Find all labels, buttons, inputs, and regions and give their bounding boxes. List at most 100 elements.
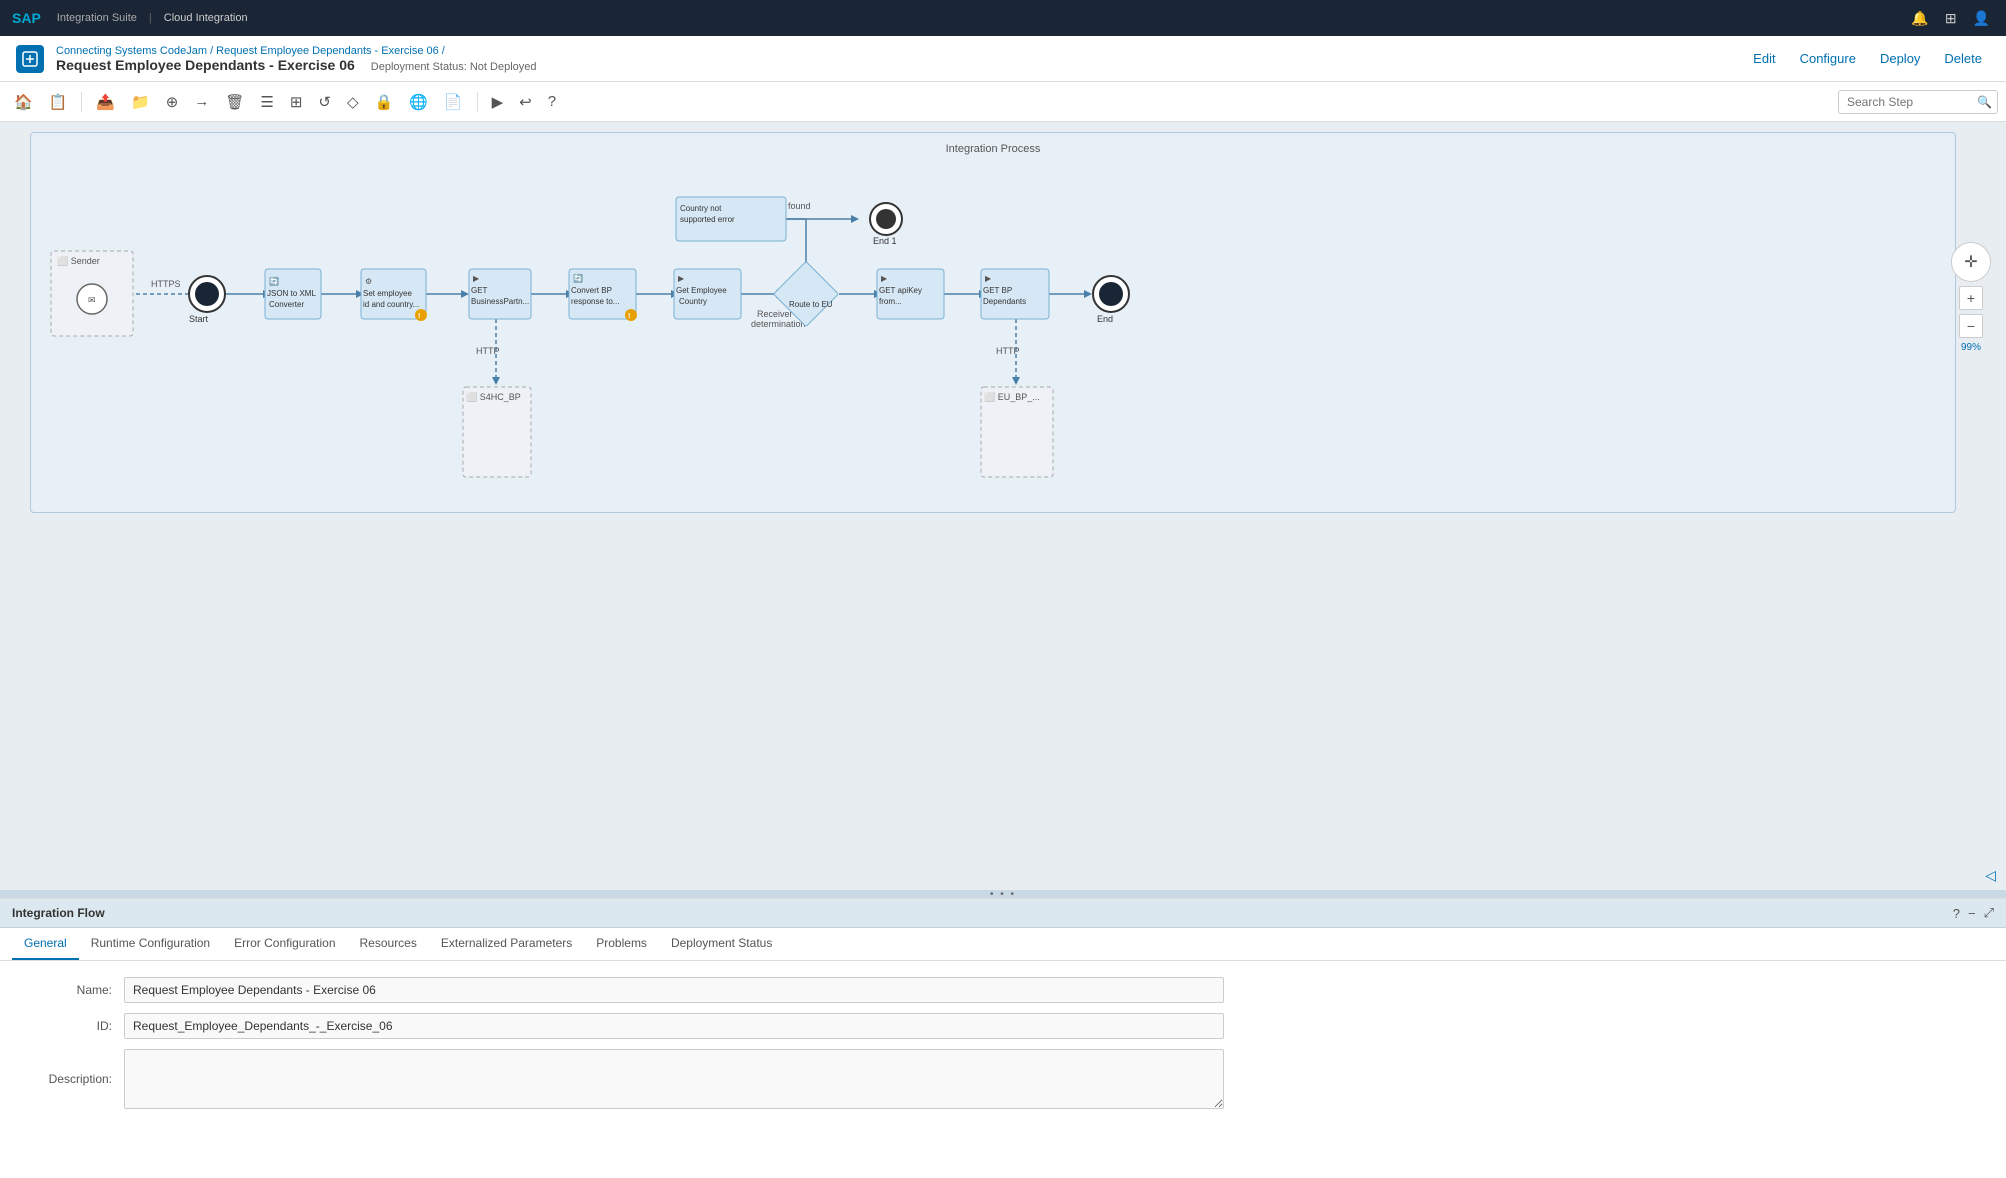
user-btn[interactable]: 👤	[1969, 6, 1994, 31]
svg-text:Country not: Country not	[680, 204, 722, 213]
panel-maximize-btn[interactable]: ⤢	[1984, 905, 1994, 921]
name-label: Name:	[24, 983, 124, 997]
upload-btn[interactable]: 📤	[90, 89, 121, 115]
tab-error[interactable]: Error Configuration	[222, 928, 347, 960]
globe-btn[interactable]: 🌐	[403, 89, 434, 115]
search-input[interactable]	[1838, 90, 1998, 114]
undo-btn[interactable]: ↩	[513, 89, 538, 115]
panel-help-btn[interactable]: ?	[1953, 906, 1960, 921]
svg-text:End: End	[1097, 314, 1113, 324]
svg-text:Set employee: Set employee	[363, 289, 412, 298]
zoom-out-btn[interactable]: −	[1959, 314, 1983, 338]
svg-text:✉: ✉	[88, 295, 96, 305]
arrow-btn[interactable]: →	[188, 89, 215, 114]
svg-text:BusinessPartn...: BusinessPartn...	[471, 297, 529, 306]
svg-text:supported error: supported error	[680, 215, 735, 224]
svg-text:▶: ▶	[985, 274, 992, 283]
svg-text:GET apiKey: GET apiKey	[879, 286, 922, 295]
svg-text:JSON to XML: JSON to XML	[267, 289, 316, 298]
svg-text:HTTP: HTTP	[996, 346, 1020, 356]
sap-logo: SAP	[12, 10, 41, 26]
bottom-panel-title: Integration Flow	[12, 906, 105, 920]
svg-text:Convert BP: Convert BP	[571, 286, 612, 295]
tab-resources[interactable]: Resources	[348, 928, 429, 960]
configure-button[interactable]: Configure	[1792, 47, 1864, 70]
grid-btn[interactable]: ⊞	[284, 89, 309, 115]
suite-name: Integration Suite	[57, 12, 137, 24]
name-input[interactable]	[124, 977, 1224, 1003]
svg-text:🔄: 🔄	[573, 273, 583, 283]
paste-btn[interactable]: 📋	[43, 89, 74, 115]
home-btn[interactable]: 🏠	[8, 89, 39, 115]
delete-button[interactable]: Delete	[1936, 47, 1990, 70]
main-canvas-area: Integration Process HTTPS	[0, 122, 2006, 890]
help-btn[interactable]: ?	[542, 89, 562, 114]
form-row-description: Description:	[24, 1049, 1982, 1109]
description-label: Description:	[24, 1072, 124, 1086]
notification-btn[interactable]: 🔔	[1907, 6, 1932, 31]
panel-divider[interactable]: • • •	[0, 890, 2006, 898]
svg-text:⬜ EU_BP_...: ⬜ EU_BP_...	[984, 391, 1040, 402]
flow-container-title: Integration Process	[41, 143, 1945, 155]
svg-text:Get Employee: Get Employee	[676, 286, 727, 295]
canvas[interactable]: Integration Process HTTPS	[0, 122, 2006, 890]
svg-text:from...: from...	[879, 297, 902, 306]
svg-text:Route to EU: Route to EU	[789, 300, 833, 309]
svg-text:Receiver: Receiver	[757, 309, 793, 319]
svg-text:▶: ▶	[678, 274, 685, 283]
form-content: Name: ID: Description:	[0, 961, 2006, 1135]
top-header-right: 🔔 ⊞ 👤	[1907, 6, 1994, 31]
panel-minimize-btn[interactable]: −	[1968, 906, 1976, 921]
folder-btn[interactable]: 📁	[125, 89, 156, 115]
svg-text:!: !	[418, 313, 420, 320]
svg-text:Dependants: Dependants	[983, 297, 1026, 306]
bottom-panel: Integration Flow ? − ⤢ General Runtime C…	[0, 898, 2006, 1178]
form-row-id: ID:	[24, 1013, 1982, 1039]
bottom-panel-actions: ? − ⤢	[1953, 905, 1994, 921]
tab-runtime[interactable]: Runtime Configuration	[79, 928, 222, 960]
collapse-btn[interactable]: ◁	[1985, 867, 1996, 884]
tab-deployment[interactable]: Deployment Status	[659, 928, 784, 960]
flow-icon	[16, 45, 44, 73]
breadcrumb[interactable]: Connecting Systems CodeJam / Request Emp…	[56, 45, 537, 57]
deploy-button[interactable]: Deploy	[1872, 47, 1928, 70]
diamond-btn[interactable]: ◇	[341, 89, 365, 115]
toolbar-search: 🔍	[1838, 90, 1998, 114]
page-title: Request Employee Dependants - Exercise 0…	[56, 57, 355, 73]
zoom-level: 99%	[1961, 342, 1981, 353]
copy3-btn[interactable]: 📄	[438, 89, 469, 115]
top-header: SAP Integration Suite | Cloud Integratio…	[0, 0, 2006, 36]
list-btn[interactable]: ☰	[254, 89, 279, 115]
tab-problems[interactable]: Problems	[584, 928, 659, 960]
compass-btn[interactable]: ✛	[1951, 242, 1991, 282]
id-input[interactable]	[124, 1013, 1224, 1039]
search-icon: 🔍	[1977, 95, 1992, 109]
svg-text:▶: ▶	[881, 274, 888, 283]
description-input[interactable]	[124, 1049, 1224, 1109]
sub-header-actions: Edit Configure Deploy Delete	[1745, 47, 1990, 70]
app-name: Cloud Integration	[164, 12, 248, 24]
refresh2-btn[interactable]: ↺	[312, 89, 337, 115]
sub-header: Connecting Systems CodeJam / Request Emp…	[0, 36, 2006, 82]
delete-btn[interactable]: 🗑	[219, 89, 250, 115]
tab-externalized[interactable]: Externalized Parameters	[429, 928, 584, 960]
svg-text:End 1: End 1	[873, 236, 897, 246]
svg-text:Start: Start	[189, 314, 209, 324]
flow-container: Integration Process HTTPS	[30, 132, 1956, 513]
svg-text:▶: ▶	[473, 274, 480, 283]
svg-text:GET BP: GET BP	[983, 286, 1012, 295]
lock-btn[interactable]: 🔒	[369, 89, 400, 115]
flow-svg: HTTPS	[41, 159, 1945, 499]
zoom-in-btn[interactable]: +	[1959, 286, 1983, 310]
svg-text:⬜ Sender: ⬜ Sender	[57, 255, 100, 266]
app-separator: |	[149, 12, 152, 24]
edit-button[interactable]: Edit	[1745, 47, 1783, 70]
play-btn[interactable]: ▶	[486, 89, 510, 115]
svg-text:Country: Country	[679, 297, 707, 306]
deployment-status: Deployment Status: Not Deployed	[371, 61, 537, 73]
bottom-panel-header: Integration Flow ? − ⤢	[0, 899, 2006, 928]
tabs-bar: General Runtime Configuration Error Conf…	[0, 928, 2006, 961]
tab-general[interactable]: General	[12, 928, 79, 960]
target-btn[interactable]: ⊕	[160, 89, 185, 115]
grid-menu-btn[interactable]: ⊞	[1941, 6, 1961, 31]
